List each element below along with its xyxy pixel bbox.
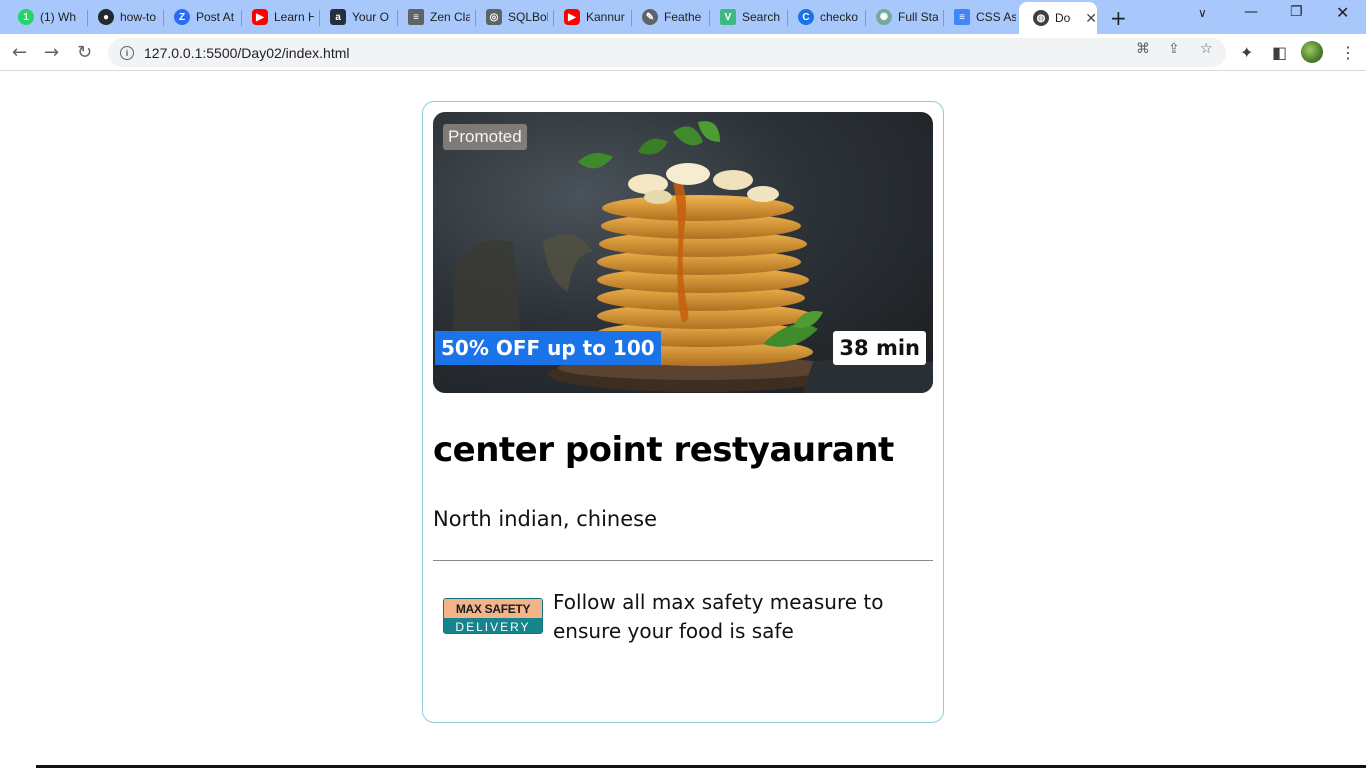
tab-label: Full Sta <box>898 10 938 24</box>
url-text[interactable]: 127.0.0.1:5500/Day02/index.html <box>144 45 349 61</box>
site-info-icon[interactable]: i <box>120 45 134 60</box>
tab-zen-class[interactable]: ≡ Zen Cla <box>394 4 476 30</box>
tab-label: Search <box>742 10 781 24</box>
tab-label: SQLBol <box>508 10 548 24</box>
database-icon: ◎ <box>486 9 502 25</box>
youtube-icon: ▶ <box>252 9 268 25</box>
tab-label: Learn H <box>274 10 314 24</box>
tab-label: (1) Wh <box>40 10 76 24</box>
divider <box>433 560 933 561</box>
forward-icon[interactable]: → <box>44 42 59 63</box>
safety-logo-top-text: MAX SAFETY <box>444 599 542 618</box>
github-icon: ● <box>98 9 114 25</box>
browser-toolbar: ← → ↻ i 127.0.0.1:5500/Day02/index.html … <box>0 34 1366 71</box>
feather-icon: ✎ <box>642 9 658 25</box>
tab-label: Post At <box>196 10 235 24</box>
back-icon[interactable]: ← <box>12 42 27 63</box>
tab-kannur[interactable]: ▶ Kannur <box>550 4 632 30</box>
chatgpt-icon: ✺ <box>876 9 892 25</box>
whatsapp-icon: 1 <box>18 9 34 25</box>
tab-css-assignment[interactable]: ≡ CSS As <box>940 4 1022 30</box>
tab-label: Feathe <box>664 10 702 24</box>
profile-avatar[interactable] <box>1301 41 1323 63</box>
tab-feather[interactable]: ✎ Feathe <box>628 4 710 30</box>
menu-kebab-icon[interactable]: ⋮ <box>1340 43 1356 62</box>
tab-label: CSS As <box>976 10 1016 24</box>
minimize-icon[interactable]: — <box>1244 4 1258 20</box>
vue-icon: V <box>720 9 736 25</box>
safety-logo-bottom-text: DELIVERY <box>444 618 542 633</box>
close-window-icon[interactable]: ✕ <box>1336 3 1349 22</box>
zoho-icon: Z <box>174 9 190 25</box>
tab-label: Your O <box>352 10 389 24</box>
side-panel-icon[interactable]: ◧ <box>1272 43 1287 62</box>
amazon-icon: a <box>330 9 346 25</box>
tab-label: checko <box>820 10 859 24</box>
tab-amazon[interactable]: a Your O <box>316 4 398 30</box>
tab-sqlbolt[interactable]: ◎ SQLBol <box>472 4 554 30</box>
document-icon: ≡ <box>408 9 424 25</box>
safety-message: Follow all max safety measure to ensure … <box>553 590 884 643</box>
restaurant-card[interactable]: Promoted 50% OFF up to 100 38 min center… <box>422 101 944 723</box>
address-bar[interactable]: i 127.0.0.1:5500/Day02/index.html <box>108 38 1226 67</box>
tab-search[interactable]: V Search <box>706 4 788 30</box>
tab-search-chevron-icon[interactable]: ∨ <box>1198 6 1207 20</box>
share-icon[interactable]: ⇪ <box>1168 41 1180 57</box>
cuisine-text: North indian, chinese <box>433 507 658 531</box>
globe-icon: ◍ <box>1033 10 1049 26</box>
new-tab-icon[interactable]: + <box>1110 6 1127 30</box>
food-image: Promoted 50% OFF up to 100 38 min <box>433 112 933 393</box>
browser-tab-strip: 1 (1) Wh ● how-to Z Post At ▶ Learn H a … <box>0 0 1366 34</box>
tab-github[interactable]: ● how-to <box>84 4 164 30</box>
tab-learn[interactable]: ▶ Learn H <box>238 4 320 30</box>
youtube-icon: ▶ <box>564 9 580 25</box>
tab-label: how-to <box>120 10 157 24</box>
tab-label: Kannur <box>586 10 625 24</box>
restaurant-name: center point restyaurant <box>433 430 894 470</box>
promoted-badge: Promoted <box>443 124 527 150</box>
reload-icon[interactable]: ↻ <box>77 42 92 63</box>
bookmark-star-icon[interactable]: ☆ <box>1200 41 1213 57</box>
tab-post-at[interactable]: Z Post At <box>160 4 242 30</box>
tab-document-active[interactable]: ◍ Doc ✕ <box>1019 2 1097 34</box>
extensions-icon[interactable]: ✦ <box>1240 43 1253 62</box>
offer-badge: 50% OFF up to 100 <box>435 331 661 365</box>
close-tab-icon[interactable]: ✕ <box>1085 10 1097 27</box>
c-logo-icon: C <box>798 9 814 25</box>
tab-label: Zen Cla <box>430 10 470 24</box>
tab-label: Doc <box>1055 11 1071 25</box>
max-safety-delivery-logo: MAX SAFETY DELIVERY <box>443 598 543 634</box>
restore-icon[interactable]: ❐ <box>1290 4 1303 20</box>
delivery-time-badge: 38 min <box>833 331 926 365</box>
translate-icon[interactable]: ⌘ <box>1136 41 1150 57</box>
docs-icon: ≡ <box>954 9 970 25</box>
tab-full-stack[interactable]: ✺ Full Sta <box>862 4 944 30</box>
tab-whatsapp[interactable]: 1 (1) Wh <box>4 4 88 30</box>
tab-checko[interactable]: C checko <box>784 4 866 30</box>
